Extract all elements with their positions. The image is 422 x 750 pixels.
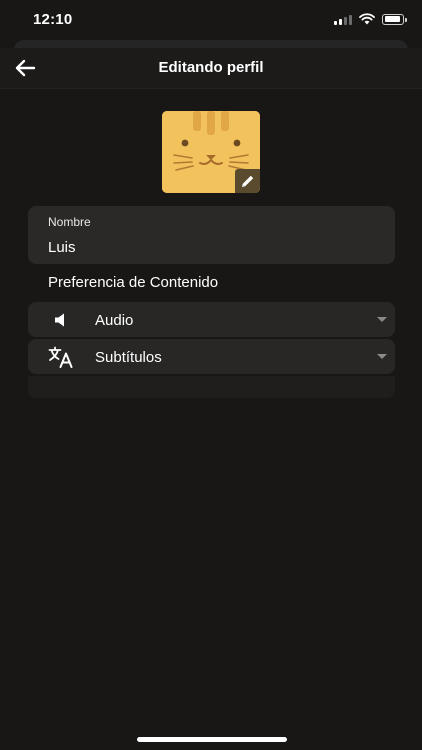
name-input[interactable]: Luis [48, 239, 76, 256]
status-icons [334, 13, 407, 25]
wifi-icon [359, 13, 375, 25]
pencil-icon [242, 175, 254, 187]
battery-icon [382, 13, 407, 25]
status-time: 12:10 [33, 11, 73, 28]
audio-label: Audio [95, 312, 134, 329]
app-header: Editando perfil [0, 48, 422, 89]
card-footer [28, 376, 395, 398]
name-field[interactable]: Nombre Luis [28, 206, 395, 264]
content-preferences-title: Preferencia de Contenido [48, 274, 219, 291]
signal-icon [334, 14, 352, 25]
edit-avatar-button[interactable] [235, 169, 260, 193]
chevron-down-icon [377, 317, 387, 322]
name-label: Nombre [48, 215, 91, 229]
translate-icon [48, 346, 74, 368]
audio-select[interactable]: Audio [28, 302, 395, 337]
subtitles-select[interactable]: Subtítulos [28, 339, 395, 374]
speaker-icon [48, 309, 74, 331]
subtitles-label: Subtítulos [95, 349, 162, 366]
avatar-container[interactable] [162, 111, 260, 193]
home-indicator [137, 737, 287, 742]
page-title: Editando perfil [158, 59, 264, 76]
status-bar: 12:10 [0, 0, 422, 40]
chevron-down-icon [377, 354, 387, 359]
